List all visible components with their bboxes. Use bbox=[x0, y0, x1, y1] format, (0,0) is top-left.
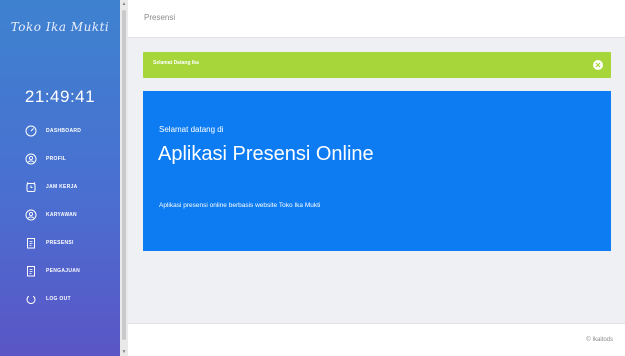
hero-banner: Selamat datang di Aplikasi Presensi Onli… bbox=[143, 91, 611, 251]
dashboard-icon bbox=[24, 124, 38, 138]
sidebar-item-label: JAM KERJA bbox=[46, 183, 78, 190]
close-icon[interactable] bbox=[593, 60, 603, 70]
sidebar-scrollbar[interactable]: ▲ ▼ bbox=[120, 0, 128, 356]
power-icon bbox=[24, 292, 38, 306]
top-bar: Presensi bbox=[128, 0, 625, 38]
welcome-alert: Selamat Datang Ika bbox=[143, 52, 611, 78]
profile-icon bbox=[24, 152, 38, 166]
employee-icon bbox=[24, 208, 38, 222]
alert-text: Selamat Datang Ika bbox=[153, 60, 199, 66]
hero-subtitle: Selamat datang di bbox=[159, 125, 224, 134]
sidebar-item-logout[interactable]: LOG OUT bbox=[0, 288, 120, 309]
hero-description: Aplikasi presensi online berbasis websit… bbox=[159, 202, 321, 209]
sidebar-item-label: PENGAJUAN bbox=[46, 267, 81, 274]
sidebar-item-label: DASHBOARD bbox=[46, 127, 82, 134]
sidebar-item-presensi[interactable]: PRESENSI bbox=[0, 232, 120, 253]
clock-icon bbox=[24, 180, 38, 194]
hero-title: Aplikasi Presensi Online bbox=[158, 143, 374, 165]
scroll-up-icon[interactable]: ▲ bbox=[121, 1, 127, 7]
sidebar-item-label: LOG OUT bbox=[46, 295, 71, 302]
clock-display: 21:49:41 bbox=[24, 87, 96, 106]
sidebar-item-label: PRESENSI bbox=[46, 239, 74, 246]
clipboard-icon bbox=[24, 236, 38, 250]
sidebar-item-dashboard[interactable]: DASHBOARD bbox=[0, 120, 120, 141]
main-content: Presensi Selamat Datang Ika Selamat data… bbox=[128, 0, 625, 356]
sidebar-item-pengajuan[interactable]: PENGAJUAN bbox=[0, 260, 120, 281]
page-title: Presensi bbox=[144, 13, 176, 22]
sidebar-item-label: PROFIL bbox=[46, 155, 67, 162]
sidebar-menu: DASHBOARD PROFIL JAM KERJA KARYAWAN PRES… bbox=[0, 120, 120, 316]
sidebar-item-label: KARYAWAN bbox=[46, 211, 77, 218]
sidebar-item-jam-kerja[interactable]: JAM KERJA bbox=[0, 176, 120, 197]
footer: © Ikaitods bbox=[128, 323, 625, 356]
document-icon bbox=[24, 264, 38, 278]
sidebar: Toko Ika Mukti 21:49:41 DASHBOARD PROFIL… bbox=[0, 0, 120, 356]
scrollbar-thumb[interactable] bbox=[122, 10, 126, 340]
scroll-down-icon[interactable]: ▼ bbox=[121, 349, 127, 355]
sidebar-item-profil[interactable]: PROFIL bbox=[0, 148, 120, 169]
footer-text: © Ikaitods bbox=[586, 337, 613, 343]
brand-logo: Toko Ika Mukti bbox=[10, 20, 110, 34]
sidebar-item-karyawan[interactable]: KARYAWAN bbox=[0, 204, 120, 225]
